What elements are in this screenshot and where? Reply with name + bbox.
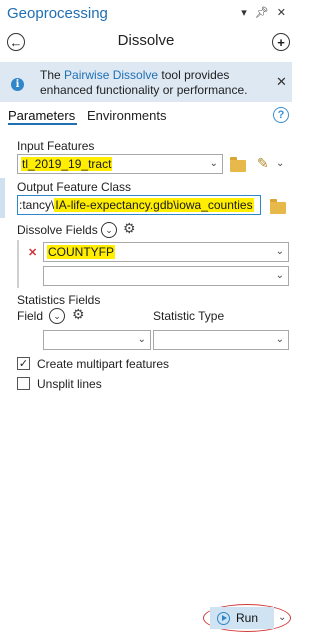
- active-tab-indicator: [8, 123, 77, 125]
- unsplit-lines-label: Unsplit lines: [37, 377, 102, 391]
- dissolve-fields-group-line: [17, 240, 19, 288]
- pencil-dropdown-icon[interactable]: ⌄: [276, 158, 284, 169]
- chevron-down-icon: ⌄: [275, 270, 284, 281]
- pane-menu-icon[interactable]: ▾: [241, 6, 247, 19]
- run-icon: [217, 611, 230, 625]
- output-folder-icon[interactable]: [270, 199, 286, 214]
- pin-icon[interactable]: 📌︎: [255, 6, 269, 19]
- tab-parameters[interactable]: Parameters: [8, 108, 75, 123]
- tool-title: Dissolve: [117, 32, 175, 49]
- unsplit-lines-checkbox[interactable]: [17, 377, 30, 390]
- statistic-type-dropdown[interactable]: ⌄: [153, 330, 289, 350]
- checkmark-icon: ✓: [18, 358, 29, 370]
- chevron-down-icon: ⌄: [275, 246, 284, 257]
- remove-field-icon[interactable]: ✕: [28, 246, 37, 259]
- run-button[interactable]: Run: [210, 607, 274, 629]
- input-features-dropdown[interactable]: tl_2019_19_tract ⌄: [17, 154, 223, 174]
- expand-dissolve-icon[interactable]: ⌄: [101, 222, 117, 238]
- statistics-fields-label: Statistics Fields: [17, 293, 101, 307]
- input-features-value: tl_2019_19_tract: [21, 157, 113, 171]
- dissolve-field-1-value: COUNTYFP: [47, 245, 115, 259]
- output-path: :tancy\IA-life-expectancy.gdb\iowa_count…: [19, 198, 254, 212]
- field-column-label: Field: [17, 309, 44, 323]
- chevron-down-icon: ⌄: [275, 334, 284, 345]
- banner-text-start: The: [40, 68, 65, 82]
- output-feature-class-input[interactable]: :tancy\IA-life-expectancy.gdb\iowa_count…: [17, 195, 261, 215]
- dissolve-field-1-dropdown[interactable]: COUNTYFP ⌄: [43, 242, 289, 262]
- dissolve-field-2-dropdown[interactable]: ⌄: [43, 266, 289, 286]
- gear-icon[interactable]: ⚙: [123, 220, 136, 237]
- info-icon: i: [11, 78, 24, 91]
- banner-close-icon[interactable]: ✕: [276, 74, 287, 90]
- output-path-value: IA-life-expectancy.gdb\iowa_counties: [54, 198, 254, 212]
- statistic-type-column-label: Statistic Type: [153, 309, 225, 323]
- dissolve-fields-label: Dissolve Fields: [17, 223, 98, 237]
- pairwise-dissolve-link[interactable]: Pairwise Dissolve: [64, 68, 158, 82]
- close-pane-icon[interactable]: ✕: [277, 6, 286, 19]
- input-features-label: Input Features: [17, 139, 95, 153]
- expand-statistics-icon[interactable]: ⌄: [49, 308, 65, 324]
- statistics-field-dropdown[interactable]: ⌄: [43, 330, 151, 350]
- folder-icon[interactable]: [230, 157, 246, 172]
- multipart-label: Create multipart features: [37, 357, 170, 371]
- run-dropdown-icon[interactable]: ⌄: [278, 612, 286, 623]
- help-icon[interactable]: ?: [273, 107, 289, 123]
- output-path-prefix: :tancy\: [19, 198, 55, 212]
- multipart-checkbox[interactable]: ✓: [17, 357, 30, 370]
- add-icon[interactable]: +: [272, 33, 290, 51]
- output-feature-class-label: Output Feature Class: [17, 180, 132, 194]
- tab-environments[interactable]: Environments: [87, 108, 166, 123]
- chevron-down-icon: ⌄: [209, 158, 218, 169]
- active-parameter-bar: [0, 178, 5, 218]
- pane-title: Geoprocessing: [7, 5, 108, 22]
- chevron-down-icon: ⌄: [137, 334, 146, 345]
- run-label: Run: [236, 611, 259, 625]
- banner-message: The Pairwise Dissolve tool provides enha…: [40, 68, 260, 98]
- statistics-gear-icon[interactable]: ⚙: [72, 306, 85, 323]
- pencil-icon[interactable]: ✎: [257, 155, 269, 172]
- pane-controls: ▾ 📌︎ ✕: [241, 6, 286, 19]
